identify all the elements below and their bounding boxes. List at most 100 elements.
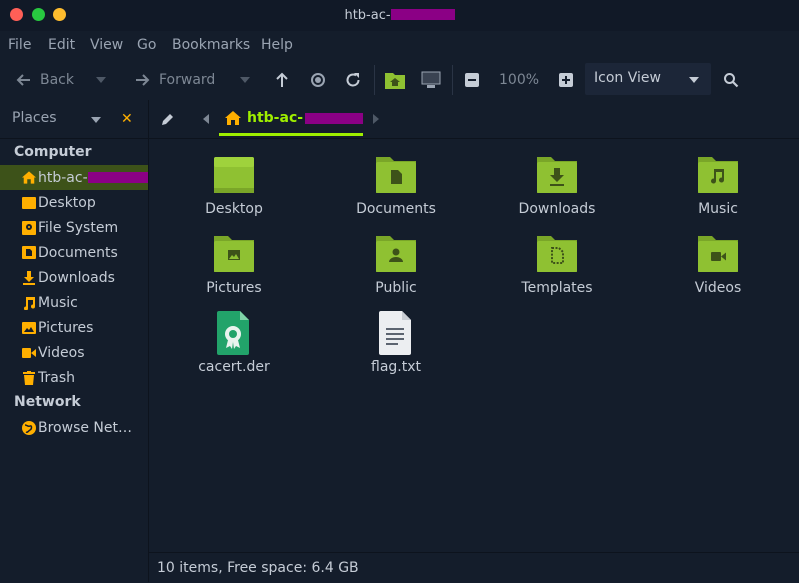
- toolbar-separator: [452, 65, 453, 95]
- download-icon: [22, 270, 36, 285]
- window-titlebar: htb-ac-: [0, 0, 799, 31]
- sidebar-item-label: Music: [38, 294, 78, 311]
- sidebar-item-downloads[interactable]: Downloads: [0, 265, 148, 290]
- desktop-icon: [22, 196, 36, 210]
- file-item-music[interactable]: Music: [658, 153, 778, 217]
- redaction-mark: [305, 112, 364, 124]
- file-name: cacert.der: [198, 359, 270, 375]
- file-item-flag[interactable]: flag.txt: [336, 311, 456, 375]
- forward-history-dropdown[interactable]: [240, 59, 250, 100]
- sidebar-section-network: Network: [14, 394, 81, 410]
- file-item-downloads[interactable]: Downloads: [497, 153, 617, 217]
- certificate-file-icon: [212, 311, 256, 355]
- redaction-mark: [390, 9, 455, 20]
- sidebar-item-music[interactable]: Music: [0, 290, 148, 315]
- sidebar-item-label: Videos: [38, 344, 85, 361]
- sidebar-item-label: Desktop: [38, 194, 96, 211]
- folder-pictures-icon: [212, 232, 256, 276]
- home-icon: [22, 171, 36, 185]
- file-name: Music: [698, 201, 738, 217]
- zoom-in-button[interactable]: [559, 59, 573, 100]
- stop-button[interactable]: [310, 59, 326, 100]
- arrow-right-icon: [136, 73, 150, 86]
- network-icon: [22, 420, 36, 435]
- chevron-down-icon: [689, 77, 699, 83]
- drive-icon: [22, 220, 36, 235]
- search-button[interactable]: [723, 59, 739, 100]
- redaction-mark: [87, 172, 148, 183]
- home-folder-icon: [385, 72, 405, 89]
- chevron-down-icon[interactable]: [91, 117, 101, 123]
- sidebar-item-pictures[interactable]: Pictures: [0, 315, 148, 340]
- menu-help[interactable]: Help: [261, 37, 293, 53]
- videos-icon: [22, 346, 36, 360]
- arrow-left-icon: [16, 73, 30, 86]
- menu-edit[interactable]: Edit: [48, 37, 75, 53]
- file-item-videos[interactable]: Videos: [658, 232, 778, 296]
- trash-icon: [22, 370, 36, 385]
- breadcrumb-label: htb-ac-: [247, 110, 304, 126]
- back-button[interactable]: Back: [16, 59, 74, 100]
- menu-file[interactable]: File: [8, 37, 31, 53]
- computer-button[interactable]: [421, 59, 441, 100]
- places-selector[interactable]: Places: [12, 110, 57, 126]
- up-button[interactable]: [275, 59, 289, 100]
- file-item-pictures[interactable]: Pictures: [174, 232, 294, 296]
- sidebar-item-trash[interactable]: Trash: [0, 365, 148, 390]
- breadcrumb-active-indicator: [219, 133, 363, 136]
- sidebar-item-label: Downloads: [38, 269, 115, 286]
- file-item-desktop[interactable]: Desktop: [174, 153, 294, 217]
- sidebar-item-label: htb-ac-: [38, 169, 88, 186]
- search-icon: [724, 72, 739, 87]
- text-file-icon: [374, 311, 418, 355]
- sidebar-item-home[interactable]: htb-ac-: [0, 165, 148, 190]
- file-icon-view: Desktop Documents Downloads Music Pictur…: [149, 139, 799, 552]
- reload-icon: [346, 72, 360, 86]
- file-item-documents[interactable]: Documents: [336, 153, 456, 217]
- file-item-templates[interactable]: Templates: [497, 232, 617, 296]
- file-name: Pictures: [206, 280, 262, 296]
- folder-downloads-icon: [535, 153, 579, 197]
- sidebar-item-desktop[interactable]: Desktop: [0, 190, 148, 215]
- close-sidebar-icon[interactable]: ✕: [121, 111, 133, 127]
- zoom-level: 100%: [499, 71, 540, 88]
- sidebar-item-documents[interactable]: Documents: [0, 240, 148, 265]
- folder-music-icon: [696, 153, 740, 197]
- menubar: File Edit View Go Bookmarks Help: [0, 31, 799, 59]
- file-name: Documents: [356, 201, 436, 217]
- arrow-up-icon: [276, 72, 288, 87]
- back-history-dropdown[interactable]: [96, 59, 106, 100]
- folder-public-icon: [374, 232, 418, 276]
- folder-videos-icon: [696, 232, 740, 276]
- file-name: Downloads: [518, 201, 596, 217]
- path-scroll-right-icon[interactable]: [373, 114, 379, 124]
- breadcrumb-home[interactable]: htb-ac-: [219, 100, 369, 136]
- sidebar-section-computer: Computer: [14, 144, 92, 160]
- sidebar-item-browse-network[interactable]: Browse Netw…: [0, 415, 148, 440]
- file-name: Public: [375, 280, 417, 296]
- sidebar-item-file-system[interactable]: File System: [0, 215, 148, 240]
- computer-icon: [421, 71, 441, 88]
- file-item-cacert[interactable]: cacert.der: [174, 311, 294, 375]
- path-scroll-left-icon[interactable]: [203, 114, 209, 124]
- sidebar-item-videos[interactable]: Videos: [0, 340, 148, 365]
- file-name: flag.txt: [371, 359, 421, 375]
- sidebar-item-label: Trash: [38, 369, 75, 386]
- menu-go[interactable]: Go: [137, 37, 156, 53]
- folder-templates-icon: [535, 232, 579, 276]
- pictures-icon: [22, 321, 36, 335]
- home-folder-button[interactable]: [385, 59, 405, 100]
- chevron-down-icon: [96, 76, 106, 83]
- edit-location-icon[interactable]: [161, 112, 175, 126]
- file-name: Desktop: [205, 201, 263, 217]
- forward-button[interactable]: Forward: [134, 59, 215, 100]
- menu-bookmarks[interactable]: Bookmarks: [172, 37, 250, 53]
- documents-icon: [22, 246, 36, 260]
- sidebar-item-label: File System: [38, 219, 119, 236]
- file-item-public[interactable]: Public: [336, 232, 456, 296]
- sidebar-item-label: Pictures: [38, 319, 94, 336]
- view-mode-select[interactable]: Icon View: [585, 63, 711, 95]
- reload-button[interactable]: [345, 59, 361, 100]
- menu-view[interactable]: View: [90, 37, 123, 53]
- zoom-out-button[interactable]: [465, 59, 479, 100]
